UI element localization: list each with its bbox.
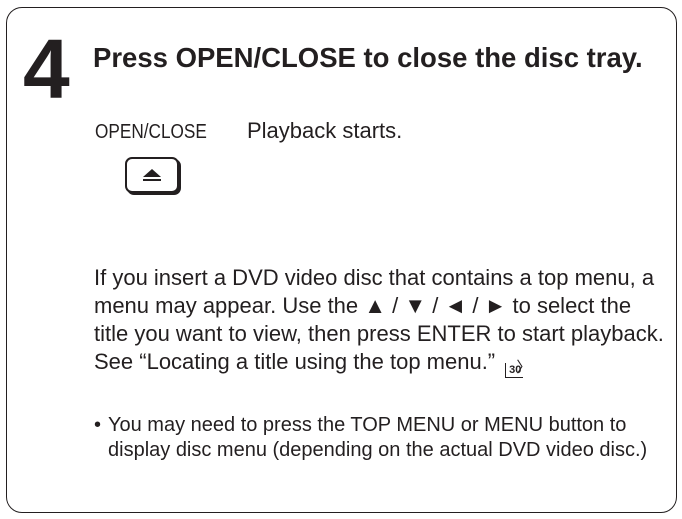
page-reference: 30 〉: [505, 360, 531, 378]
bullet: •: [94, 414, 102, 436]
list-item: • You may need to press the TOP MENU or …: [94, 413, 664, 463]
instruction-panel: 4 Press OPEN/CLOSE to close the disc tra…: [6, 7, 677, 513]
page-reference-arrow-icon: 〉: [516, 359, 532, 376]
eject-icon: [143, 169, 161, 181]
step-title: Press OPEN/CLOSE to close the disc tray.: [93, 42, 643, 73]
body-text: If you insert a DVD video disc that cont…: [94, 265, 664, 374]
note-list: • You may need to press the TOP MENU or …: [94, 413, 664, 463]
action-result-text: Playback starts.: [247, 118, 403, 143]
body-paragraph: If you insert a DVD video disc that cont…: [94, 264, 664, 378]
note-text: You may need to press the TOP MENU or ME…: [108, 414, 648, 461]
open-close-button: [125, 157, 179, 193]
button-caption: OPEN/CLOSE: [95, 121, 207, 143]
step-number: 4: [23, 22, 70, 116]
